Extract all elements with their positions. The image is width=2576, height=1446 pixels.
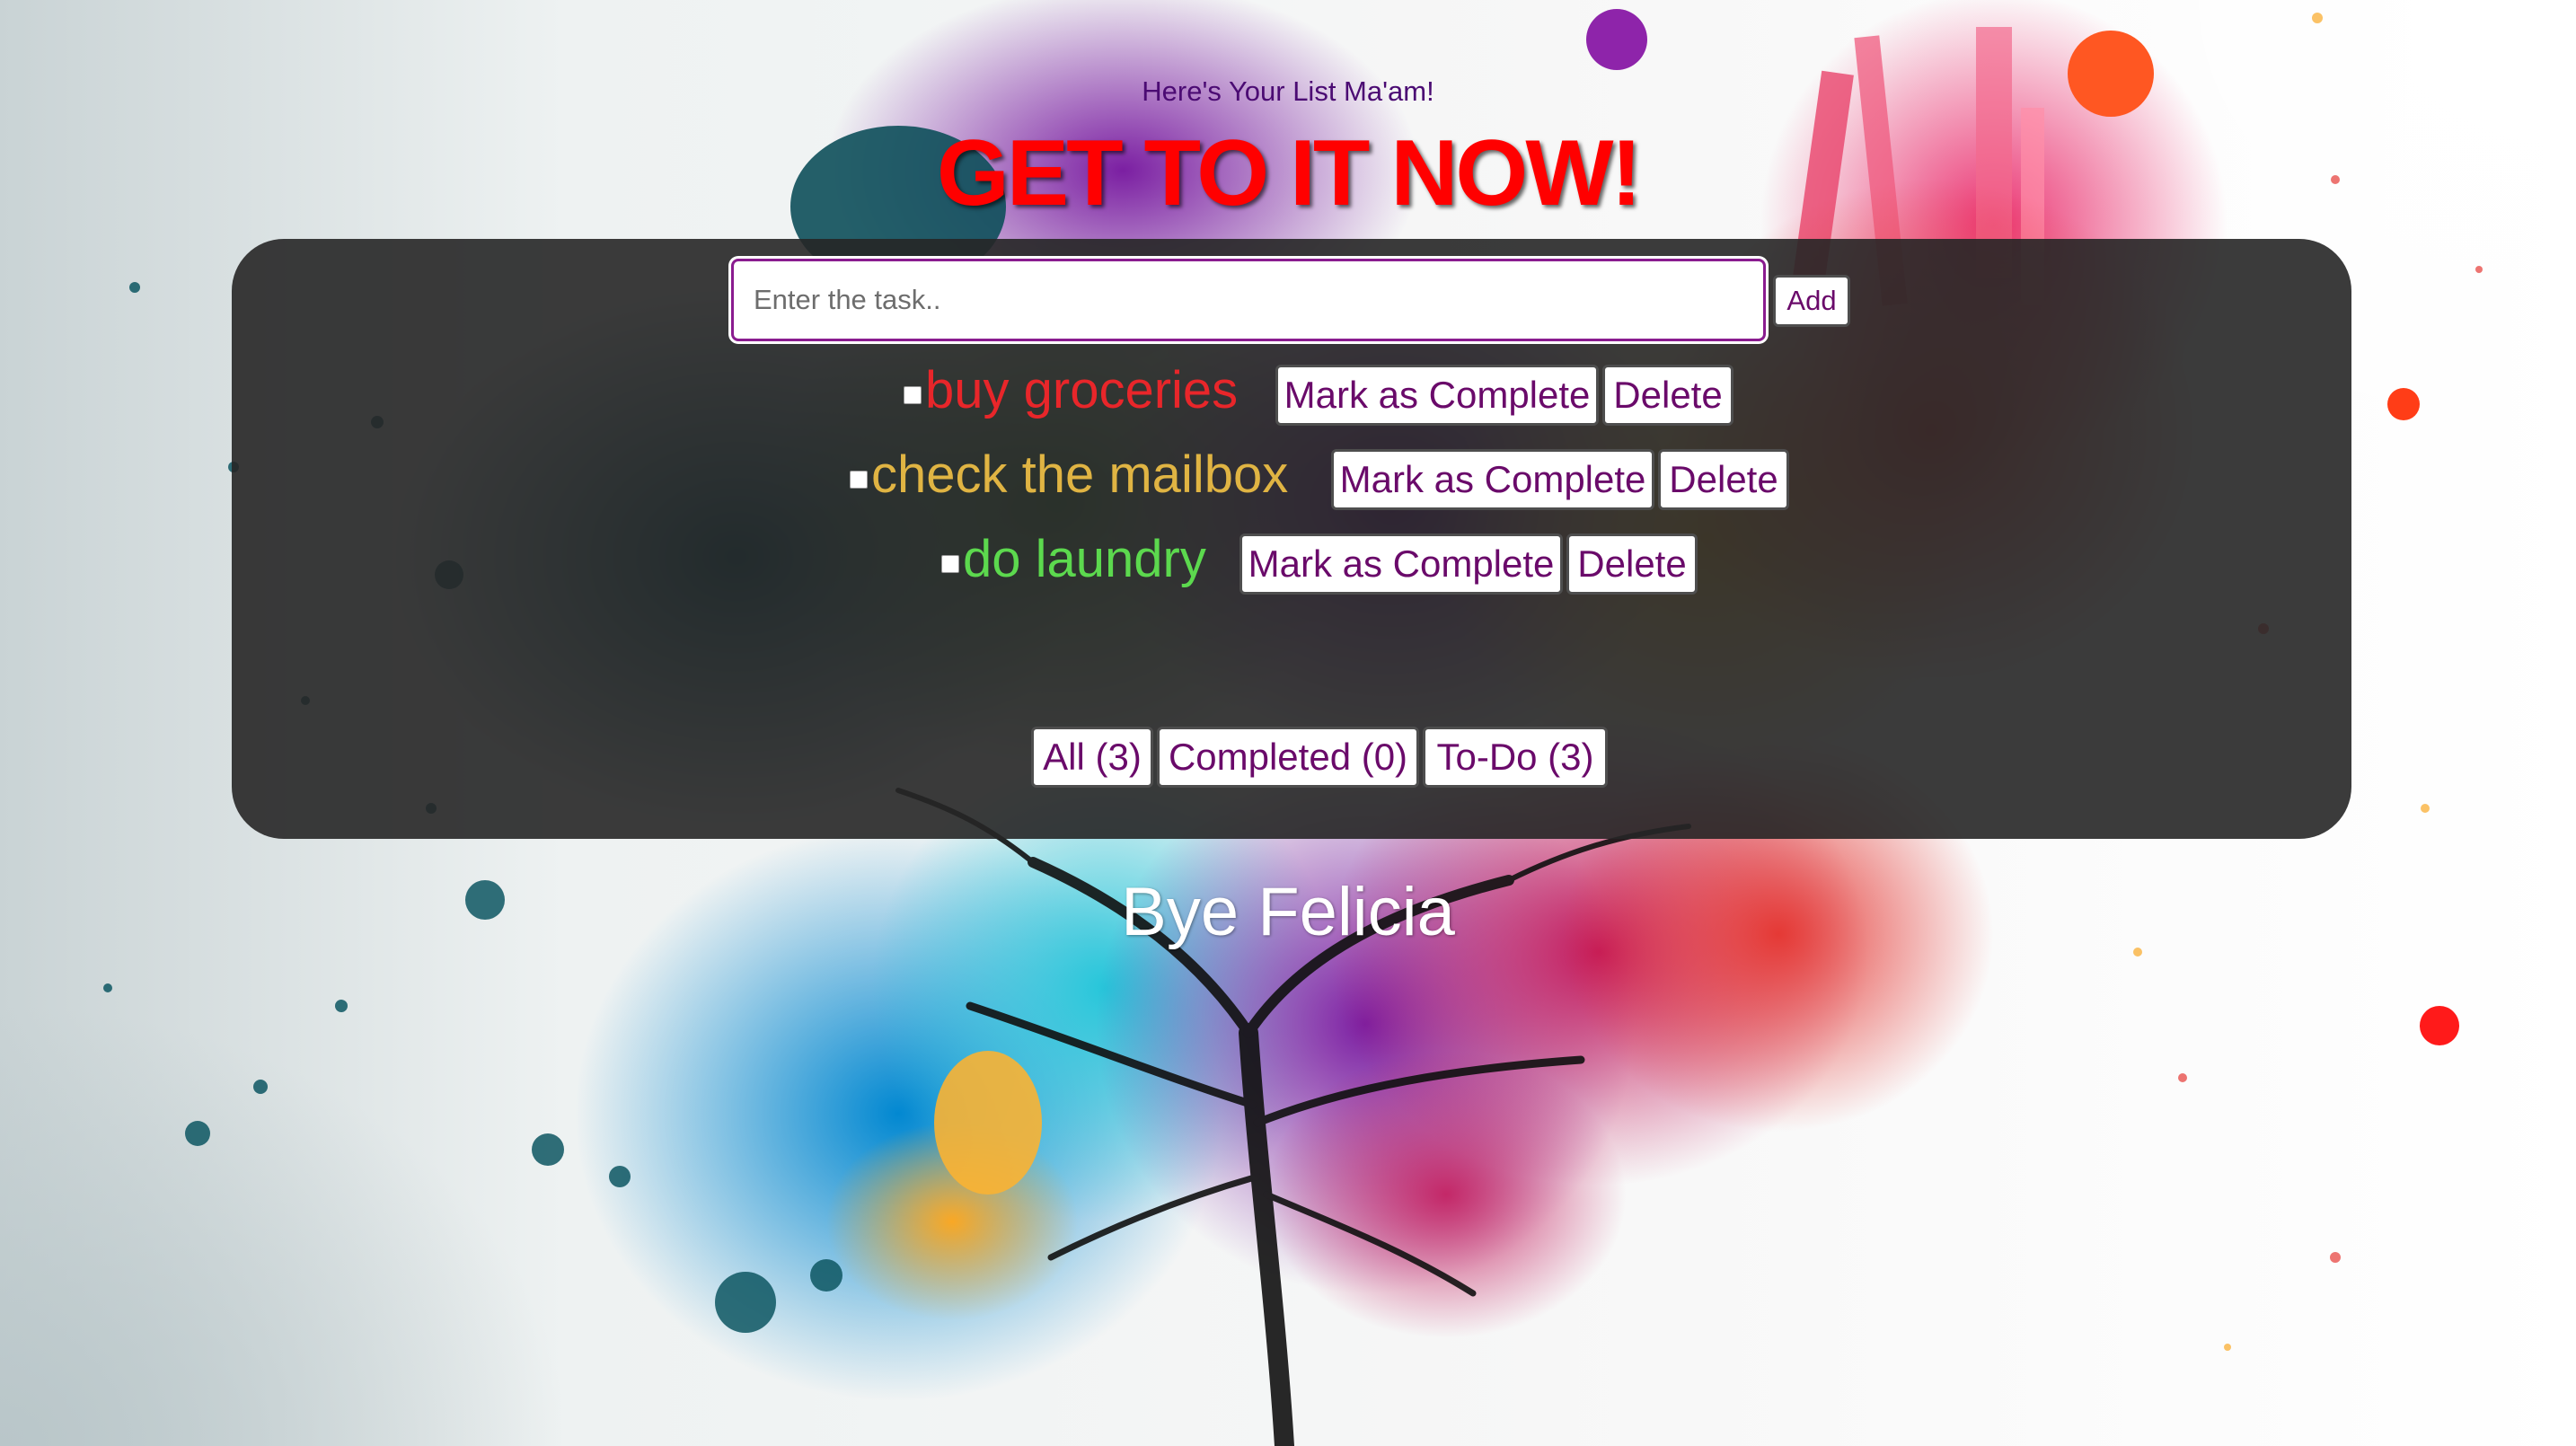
filter-todo-button[interactable]: To-Do (3) — [1423, 727, 1608, 788]
mark-complete-button-check-the-mailbox[interactable]: Mark as Complete — [1331, 449, 1654, 510]
task-label-check-the-mailbox: check the mailbox — [871, 445, 1289, 504]
task-label-buy-groceries: buy groceries — [925, 361, 1239, 419]
task-checkbox-do-laundry[interactable] — [941, 555, 959, 573]
delete-button-check-the-mailbox[interactable]: Delete — [1658, 449, 1789, 510]
page-title: GET TO IT NOW! — [936, 121, 1642, 225]
filter-completed-button[interactable]: Completed (0) — [1157, 727, 1419, 788]
footer-text: Bye Felicia — [1121, 874, 1455, 950]
delete-button-do-laundry[interactable]: Delete — [1566, 533, 1698, 595]
task-label-do-laundry: do laundry — [963, 530, 1206, 588]
delete-button-buy-groceries[interactable]: Delete — [1602, 365, 1734, 426]
task-checkbox-buy-groceries[interactable] — [904, 386, 922, 404]
page-subtitle: Here's Your List Ma'am! — [1142, 75, 1434, 107]
task-checkbox-check-the-mailbox[interactable] — [850, 471, 868, 489]
mark-complete-button-buy-groceries[interactable]: Mark as Complete — [1275, 365, 1599, 426]
filter-all-button[interactable]: All (3) — [1031, 727, 1153, 788]
add-task-button[interactable]: Add — [1773, 275, 1850, 327]
task-input[interactable] — [731, 259, 1766, 341]
mark-complete-button-do-laundry[interactable]: Mark as Complete — [1239, 533, 1563, 595]
